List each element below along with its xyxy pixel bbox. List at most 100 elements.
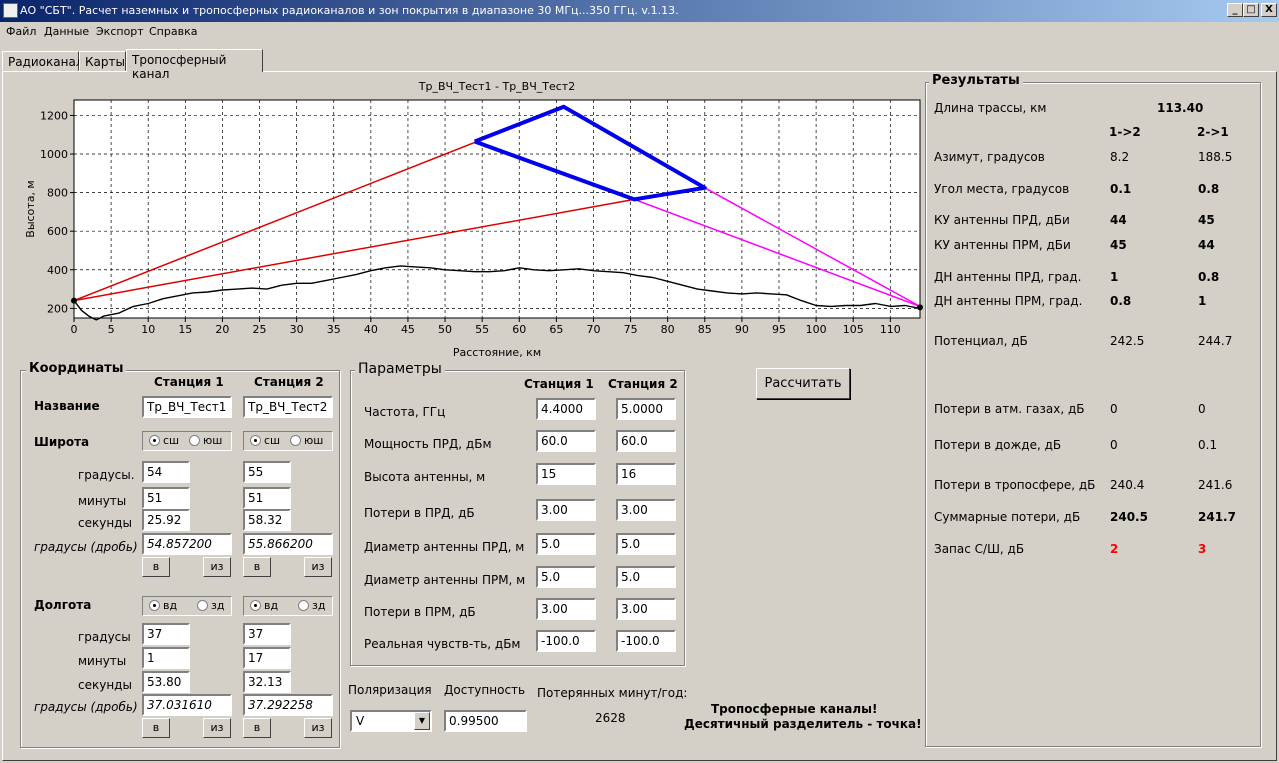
south-label: юш xyxy=(304,434,324,447)
station2-lat-from-button[interactable]: из xyxy=(304,557,332,577)
station1-west-radio[interactable] xyxy=(197,600,208,611)
station1-lat-min-input[interactable]: 51 xyxy=(142,487,190,509)
window-title: АО "СБТ". Расчет наземных и тропосферных… xyxy=(20,4,679,17)
result-label: Потери в атм. газах, дБ xyxy=(934,402,1085,416)
calculate-button[interactable]: Рассчитать xyxy=(756,368,850,399)
west-label: зд xyxy=(312,599,326,612)
x-tick-label: 25 xyxy=(253,323,267,336)
param-station2-input[interactable]: 3.00 xyxy=(616,598,676,620)
station1-lon-sec-input[interactable]: 53.80 xyxy=(142,671,190,693)
station1-lon-from-button[interactable]: из xyxy=(203,718,231,738)
north-label: сш xyxy=(264,434,281,447)
chevron-down-icon[interactable]: ▼ xyxy=(414,712,430,730)
station1-lon-to-button[interactable]: в xyxy=(142,718,170,738)
station2-lon-frac-input[interactable]: 37.292258 xyxy=(243,694,333,716)
y-tick-label: 200 xyxy=(47,302,68,315)
availability-input[interactable]: 0.99500 xyxy=(444,710,527,732)
station2-lon-deg-input[interactable]: 37 xyxy=(243,623,291,645)
station1-name-input[interactable]: Тр_ВЧ_Тест1 xyxy=(142,396,232,418)
menu-help[interactable]: Справка xyxy=(149,25,197,38)
station2-east-radio[interactable] xyxy=(250,600,261,611)
result-label: Азимут, градусов xyxy=(934,150,1045,164)
x-tick-label: 105 xyxy=(843,323,864,336)
param-label: Частота, ГГц xyxy=(364,405,446,419)
result-label: ДН антенны ПРД, град. xyxy=(934,270,1082,284)
result-label: КУ антенны ПРМ, дБи xyxy=(934,238,1071,252)
x-tick-label: 100 xyxy=(806,323,827,336)
tab-radiochannel[interactable]: Радиоканал xyxy=(2,51,84,71)
param-station1-input[interactable]: 3.00 xyxy=(536,598,596,620)
station1-lon-deg-input[interactable]: 37 xyxy=(142,623,190,645)
result-value-21: 0.8 xyxy=(1198,270,1220,284)
station1-lon-min-input[interactable]: 1 xyxy=(142,647,190,669)
station2-lon-sec-input[interactable]: 32.13 xyxy=(243,671,291,693)
station2-lat-min-input[interactable]: 51 xyxy=(243,487,291,509)
station1-east-radio[interactable] xyxy=(149,600,160,611)
station1-lon-frac-input[interactable]: 37.031610 xyxy=(142,694,232,716)
y-tick-label: 600 xyxy=(47,225,68,238)
station2-name-input[interactable]: Тр_ВЧ_Тест2 xyxy=(243,396,333,418)
station1-north-radio[interactable] xyxy=(149,435,160,446)
param-station1-input[interactable]: 15 xyxy=(536,463,596,485)
station1-marker xyxy=(71,297,77,304)
station2-lat-frac-input[interactable]: 55.866200 xyxy=(243,533,333,555)
param-station2-input[interactable]: 5.0 xyxy=(616,566,676,588)
polarization-select[interactable]: V ▼ xyxy=(350,710,432,732)
param-station2-input[interactable]: 60.0 xyxy=(616,430,676,452)
station2-lon-to-button[interactable]: в xyxy=(243,718,271,738)
station2-lon-from-button[interactable]: из xyxy=(304,718,332,738)
result-label: Потери в дожде, дБ xyxy=(934,438,1062,452)
station2-lon-min-input[interactable]: 17 xyxy=(243,647,291,669)
x-tick-label: 110 xyxy=(880,323,901,336)
close-button[interactable]: X xyxy=(1261,3,1277,17)
x-tick-label: 65 xyxy=(549,323,563,336)
station1-lat-sec-input[interactable]: 25.92 xyxy=(142,509,190,531)
y-axis-label: Высота, м xyxy=(24,180,37,237)
result-label: ДН антенны ПРМ, град. xyxy=(934,294,1083,308)
tab-maps[interactable]: Карты xyxy=(79,51,126,71)
menu-export[interactable]: Экспорт xyxy=(96,25,144,38)
param-station2-input[interactable]: 5.0000 xyxy=(616,398,676,420)
maximize-button[interactable]: □ xyxy=(1243,3,1259,17)
x-tick-label: 30 xyxy=(290,323,304,336)
param-station1-input[interactable]: -100.0 xyxy=(536,630,596,652)
coordinates-title: Координаты xyxy=(26,361,127,376)
param-station2-input[interactable]: 3.00 xyxy=(616,499,676,521)
station1-lat-to-button[interactable]: в xyxy=(142,557,170,577)
minimize-button[interactable]: _ xyxy=(1227,3,1243,17)
station2-lat-sec-input[interactable]: 58.32 xyxy=(243,509,291,531)
param-station1-input[interactable]: 5.0 xyxy=(536,533,596,555)
param-label: Мощность ПРД, дБм xyxy=(364,437,492,451)
x-tick-label: 95 xyxy=(772,323,786,336)
result-label: КУ антенны ПРД, дБи xyxy=(934,213,1070,227)
station2-west-radio[interactable] xyxy=(298,600,309,611)
param-station1-input[interactable]: 3.00 xyxy=(536,499,596,521)
param-station1-input[interactable]: 5.0 xyxy=(536,566,596,588)
param-station2-input[interactable]: -100.0 xyxy=(616,630,676,652)
param-station2-input[interactable]: 16 xyxy=(616,463,676,485)
station1-lat-frac-input[interactable]: 54.857200 xyxy=(142,533,232,555)
result-value-21: 241.7 xyxy=(1198,510,1236,524)
tab-troposcatter[interactable]: Тропосферный канал xyxy=(126,49,263,81)
lost-minutes-value: 2628 xyxy=(595,711,626,725)
param-station1-input[interactable]: 4.4000 xyxy=(536,398,596,420)
menu-file[interactable]: Файл xyxy=(6,25,36,38)
station1-south-radio[interactable] xyxy=(189,435,200,446)
x-tick-label: 70 xyxy=(586,323,600,336)
station1-lat-from-button[interactable]: из xyxy=(203,557,231,577)
x-axis-label: Расстояние, км xyxy=(453,346,541,359)
parameters-title: Параметры xyxy=(355,361,445,377)
station2-lat-to-button[interactable]: в xyxy=(243,557,271,577)
param-station2-input[interactable]: 5.0 xyxy=(616,533,676,555)
station2-north-radio[interactable] xyxy=(250,435,261,446)
station2-lat-deg-input[interactable]: 55 xyxy=(243,461,291,483)
param-station1-input[interactable]: 60.0 xyxy=(536,430,596,452)
station2-south-radio[interactable] xyxy=(290,435,301,446)
param-label: Высота антенны, м xyxy=(364,470,486,484)
result-label: Запас С/Ш, дБ xyxy=(934,542,1025,556)
availability-label: Доступность xyxy=(444,683,526,697)
menu-data[interactable]: Данные xyxy=(44,25,89,38)
station2-lon-hemisphere: вд зд xyxy=(243,596,333,616)
station1-lat-deg-input[interactable]: 54 xyxy=(142,461,190,483)
x-tick-label: 5 xyxy=(108,323,115,336)
